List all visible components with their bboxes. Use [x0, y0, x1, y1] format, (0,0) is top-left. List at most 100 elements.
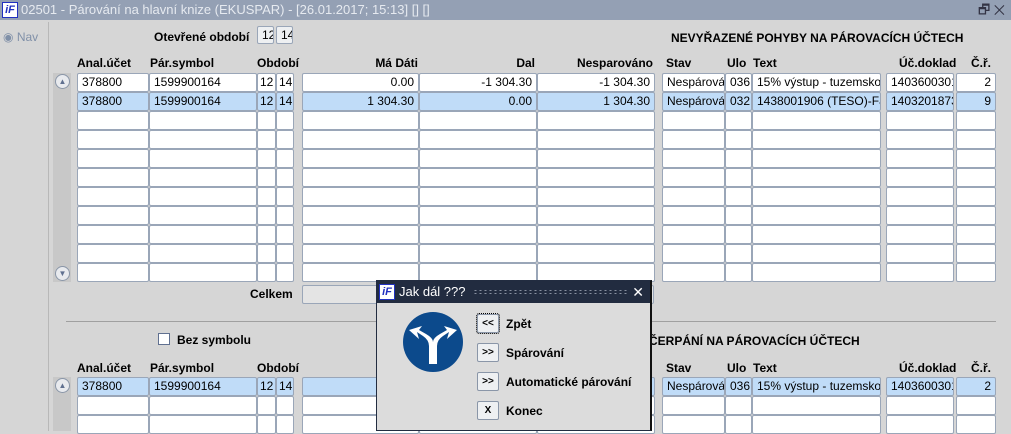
cell-dal[interactable] [419, 206, 537, 225]
dialog-titlebar[interactable]: iF Jak dál ??? ✕ [377, 281, 650, 303]
cell-doklad[interactable]: 1403600301 [886, 73, 954, 92]
cell-par[interactable] [149, 111, 257, 130]
cell-anal[interactable] [77, 130, 149, 149]
cell-o1[interactable] [257, 149, 276, 168]
cell-par[interactable] [149, 206, 257, 225]
cell-o2[interactable]: 14 [276, 92, 294, 111]
cell-par[interactable]: 1599900164 [149, 73, 257, 92]
cell-o2[interactable] [276, 244, 294, 263]
cell-par[interactable] [149, 130, 257, 149]
cell-nesp[interactable] [537, 225, 655, 244]
cell-anal[interactable] [77, 263, 149, 282]
dialog-option-button[interactable]: >> [477, 372, 499, 391]
cell-stav[interactable] [662, 130, 725, 149]
cell-nesp[interactable] [537, 168, 655, 187]
cell-par[interactable] [149, 149, 257, 168]
cell-doklad[interactable] [886, 130, 954, 149]
cell-cr[interactable] [956, 244, 996, 263]
cell-o1[interactable] [257, 187, 276, 206]
cell-ulo[interactable] [725, 149, 752, 168]
drag-handle[interactable] [473, 289, 628, 295]
cell-anal[interactable] [77, 225, 149, 244]
cell-ulo[interactable] [725, 396, 752, 415]
cell-text[interactable]: 15% výstup - tuzemsko [752, 377, 881, 396]
cell-o2[interactable]: 14 [276, 73, 294, 92]
cell-par[interactable] [149, 415, 257, 434]
cell-doklad[interactable] [886, 225, 954, 244]
cell-ulo[interactable]: 036 [725, 377, 752, 396]
cell-o2[interactable] [276, 396, 294, 415]
cell-stav[interactable] [662, 187, 725, 206]
cell-text[interactable] [752, 225, 881, 244]
cell-text[interactable] [752, 111, 881, 130]
cell-o1[interactable] [257, 244, 276, 263]
scroll-up-icon[interactable]: ▲ [55, 74, 70, 89]
cell-o1[interactable] [257, 396, 276, 415]
cell-nesp[interactable]: 1 304.30 [537, 92, 655, 111]
cell-cr[interactable] [956, 168, 996, 187]
dialog-option-button[interactable]: >> [477, 343, 499, 362]
cell-cr[interactable] [956, 415, 996, 434]
cell-o2[interactable] [276, 149, 294, 168]
cell-stav[interactable] [662, 415, 725, 434]
cell-madati[interactable]: 0.00 [302, 73, 419, 92]
cell-stav[interactable] [662, 225, 725, 244]
cell-par[interactable] [149, 168, 257, 187]
cell-dal[interactable] [419, 130, 537, 149]
cell-stav[interactable] [662, 263, 725, 282]
cell-madati[interactable] [302, 225, 419, 244]
cell-text[interactable] [752, 396, 881, 415]
cell-o1[interactable]: 12 [257, 92, 276, 111]
cell-doklad[interactable] [886, 149, 954, 168]
cell-ulo[interactable] [725, 206, 752, 225]
cell-madati[interactable] [302, 111, 419, 130]
cell-par[interactable]: 1599900164 [149, 377, 257, 396]
cell-dal[interactable] [419, 225, 537, 244]
dialog-option-label[interactable]: Automatické párování [506, 375, 631, 389]
cell-ulo[interactable] [725, 130, 752, 149]
cell-dal[interactable]: -1 304.30 [419, 73, 537, 92]
cell-ulo[interactable]: 036 [725, 73, 752, 92]
cell-stav[interactable]: Nespárován [662, 92, 725, 111]
cell-text[interactable] [752, 206, 881, 225]
cell-o1[interactable] [257, 225, 276, 244]
cell-o2[interactable]: 14 [276, 377, 294, 396]
cell-ulo[interactable] [725, 225, 752, 244]
cell-doklad[interactable] [886, 187, 954, 206]
cell-ulo[interactable]: 032 [725, 92, 752, 111]
nav-radio[interactable]: ◉ Nav [3, 30, 38, 44]
cell-dal[interactable] [419, 168, 537, 187]
cell-text[interactable] [752, 187, 881, 206]
cell-anal[interactable] [77, 396, 149, 415]
cell-cr[interactable] [956, 396, 996, 415]
cell-cr[interactable] [956, 263, 996, 282]
cell-doklad[interactable]: 1403201873 [886, 92, 954, 111]
scroll-up-icon[interactable]: ▲ [55, 378, 70, 393]
cell-cr[interactable]: 9 [956, 92, 996, 111]
scroll-down-icon[interactable]: ▼ [55, 266, 70, 281]
cell-stav[interactable] [662, 149, 725, 168]
cell-o2[interactable] [276, 206, 294, 225]
cell-par[interactable] [149, 225, 257, 244]
cell-o1[interactable] [257, 206, 276, 225]
cell-text[interactable] [752, 168, 881, 187]
cell-doklad[interactable] [886, 244, 954, 263]
cell-madati[interactable] [302, 206, 419, 225]
cell-ulo[interactable] [725, 263, 752, 282]
cell-cr[interactable] [956, 111, 996, 130]
cell-doklad[interactable] [886, 206, 954, 225]
cell-stav[interactable] [662, 168, 725, 187]
cell-dal[interactable] [419, 244, 537, 263]
cell-anal[interactable]: 378800 [77, 377, 149, 396]
window-controls[interactable]: 🗗 ✕ [978, 0, 1005, 20]
cell-nesp[interactable]: -1 304.30 [537, 73, 655, 92]
cell-nesp[interactable] [537, 130, 655, 149]
cell-anal[interactable] [77, 244, 149, 263]
dialog-option-label[interactable]: Spárování [506, 346, 564, 360]
cell-cr[interactable] [956, 130, 996, 149]
cell-par[interactable]: 1599900164 [149, 92, 257, 111]
dialog-option-label[interactable]: Konec [506, 404, 543, 418]
cell-o1[interactable]: 12 [257, 73, 276, 92]
no-symbol-checkbox[interactable] [158, 333, 170, 345]
cell-stav[interactable]: Nespárován [662, 377, 725, 396]
